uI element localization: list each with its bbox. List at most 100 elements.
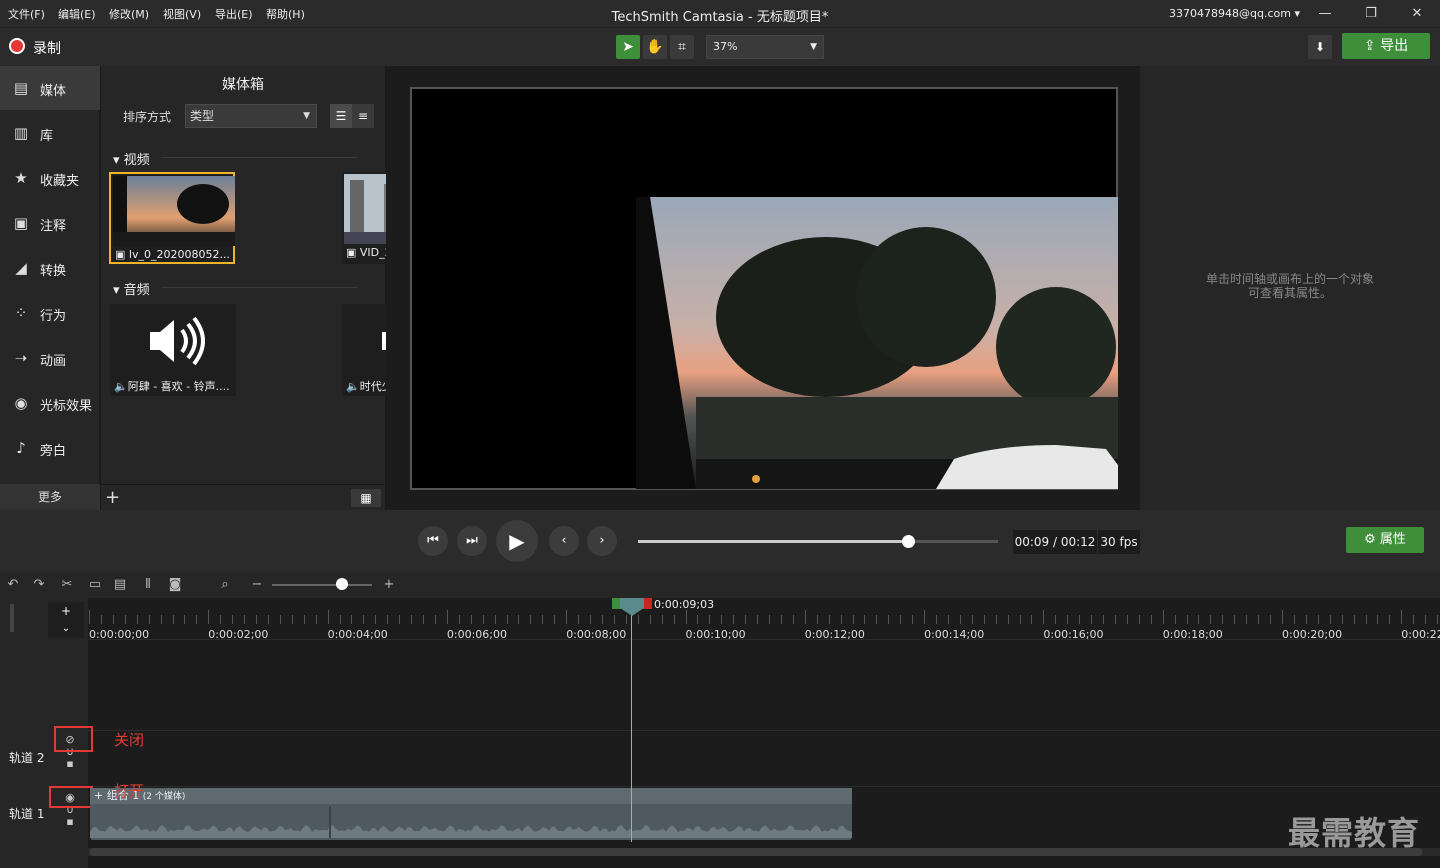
ruler-tick-label: 0:00:20;00 [1282, 628, 1343, 641]
share-icon: ⇪ [1363, 38, 1381, 54]
sidebar-item-animations[interactable]: ➝ 动画 [0, 336, 100, 380]
clip-subtitle: (2 个媒体) [142, 792, 186, 802]
in-point-marker[interactable] [612, 598, 621, 609]
ruler-tick-label: 0:00:22 [1401, 628, 1440, 641]
sort-select[interactable]: 类型 ▼ [185, 104, 317, 128]
annotation-open: 打开 [114, 782, 145, 800]
group-clip[interactable]: + 组合 1 (2 个媒体) [90, 788, 852, 840]
out-point-marker[interactable] [643, 598, 652, 609]
library-icon: ▥ [13, 124, 29, 142]
sidebar-item-voice-narration[interactable]: ♪ 旁白 [0, 426, 100, 470]
redo-icon[interactable]: ↷ [30, 576, 48, 594]
sidebar-item-label: 注释 [40, 219, 67, 234]
transition-icon: ◢ [15, 259, 27, 277]
undo-icon[interactable]: ↶ [4, 576, 22, 594]
minimize-button[interactable]: — [1310, 4, 1340, 24]
star-icon: ★ [14, 169, 28, 187]
sidebar-item-cursor-effects[interactable]: ◉ 光标效果 [0, 381, 100, 425]
timeline-toolbar: ↶ ↷ ✂ ▭ ▤ ⫴ ◙ ⌕ − + [0, 572, 1440, 598]
chevron-down-icon: ▼ [810, 42, 817, 52]
sidebar-item-behaviors[interactable]: ⁘ 行为 [0, 291, 100, 335]
export-label: 导出 [1380, 38, 1409, 54]
next-icon[interactable]: › [587, 526, 617, 556]
sort-label: 排序方式 [123, 110, 172, 124]
properties-button[interactable]: ⚙ 属性 [1346, 527, 1424, 553]
fps-readout[interactable]: 30 fps [1098, 530, 1140, 554]
film-icon: ▤ [13, 79, 29, 97]
lock-icon[interactable]: ▪ [60, 816, 80, 828]
properties-hint: 单击时间轴或画布上的一个对象 可查看其属性。 [1140, 272, 1440, 300]
more-button[interactable]: 更多 [0, 484, 100, 510]
crop-tool-icon[interactable]: ⌗ [670, 35, 694, 59]
video-section-header[interactable]: ▾ 视频 [113, 149, 150, 168]
export-button[interactable]: ⇪ 导出 [1342, 33, 1430, 59]
grid-view-icon[interactable]: ▦ [351, 489, 381, 507]
account-menu[interactable]: 3370478948@qq.com ▾ [1169, 7, 1300, 20]
zoom-out-icon[interactable]: − [248, 576, 266, 594]
snapshot-icon[interactable]: ◙ [166, 576, 184, 594]
sidebar-item-library[interactable]: ▥ 库 [0, 111, 100, 155]
track-height-slider[interactable] [10, 604, 14, 632]
split-icon[interactable]: ⫴ [139, 576, 157, 594]
previous-icon[interactable]: ‹ [549, 526, 579, 556]
ruler-ticks [89, 610, 1438, 624]
scrollbar-thumb[interactable] [90, 848, 1422, 856]
step-back-icon[interactable]: ⏮ [418, 526, 448, 556]
main-toolbar: 录制 ➤ ✋ ⌗ 37% ▼ ⬇ ⇪ 导出 [0, 28, 1440, 66]
lock-icon[interactable]: ▪ [60, 758, 80, 770]
sort-direction-icon[interactable]: ≡ [352, 104, 374, 128]
record-button-label[interactable]: 录制 [33, 38, 61, 58]
video-frame[interactable] [636, 197, 1118, 489]
audio-section-header[interactable]: ▾ 音频 [113, 279, 150, 298]
canvas-area [386, 66, 1140, 510]
paste-icon[interactable]: ▤ [111, 576, 129, 594]
preview-canvas[interactable] [410, 87, 1118, 490]
clip-header: + 组合 1 (2 个媒体) [90, 788, 852, 804]
media-bin-footer: + ▦ [101, 484, 385, 510]
zoom-icon[interactable]: ⌕ [216, 576, 234, 594]
timeline-scrollbar[interactable] [88, 848, 1440, 856]
scrub-bar[interactable] [638, 535, 998, 548]
scrub-progress [638, 540, 908, 543]
cut-icon[interactable]: ✂ [58, 576, 76, 594]
copy-icon[interactable]: ▭ [86, 576, 104, 594]
audio-waveform [90, 806, 852, 838]
timeline-zoom-handle[interactable] [336, 578, 348, 590]
maximize-button[interactable]: ❐ [1356, 4, 1386, 24]
pan-tool-icon[interactable]: ✋ [643, 35, 667, 59]
zoom-in-icon[interactable]: + [380, 576, 398, 594]
sidebar-item-media[interactable]: ▤ 媒体 [0, 66, 100, 110]
step-forward-icon[interactable]: ⏭ [457, 526, 487, 556]
section-label: 视频 [123, 153, 150, 168]
play-icon[interactable]: ▶ [496, 520, 538, 562]
add-media-icon[interactable]: + [105, 487, 120, 508]
annotation-close: 关闭 [114, 731, 145, 749]
playback-controls: ⏮ ⏭ ▶ ‹ › 00:09 / 00:12 30 fps ⚙ 属性 [0, 510, 1440, 572]
zoom-select[interactable]: 37% ▼ [706, 35, 824, 59]
add-track-icon[interactable]: + [48, 602, 84, 620]
ruler-tick-label: 0:00:02;00 [208, 628, 269, 641]
close-button[interactable]: ✕ [1402, 4, 1432, 24]
scrub-handle[interactable] [902, 535, 915, 548]
divider [161, 157, 357, 158]
track-row-2[interactable] [88, 730, 1440, 786]
details-view-icon[interactable]: ☰ [330, 104, 352, 128]
download-icon[interactable]: ⬇ [1308, 35, 1332, 59]
timeline-zoom-slider[interactable] [272, 584, 372, 586]
sidebar-item-favorites[interactable]: ★ 收藏夹 [0, 156, 100, 200]
playhead-time: 0:00:09;03 [654, 598, 715, 611]
select-tool-icon[interactable]: ➤ [616, 35, 640, 59]
playhead-line [631, 602, 632, 842]
sort-value: 类型 [190, 109, 215, 123]
time-ruler[interactable]: 0:00:00;00 0:00:02;00 0:00:04;00 0:00:06;00… [88, 598, 1440, 641]
cursor-effect-icon: ◉ [14, 394, 28, 412]
sidebar-item-annotations[interactable]: ▣ 注释 [0, 201, 100, 245]
record-icon[interactable] [9, 38, 25, 54]
media-item-video-1[interactable]: ▣ lv_0_202008052... [109, 172, 235, 264]
ruler-tick-label: 0:00:08;00 [566, 628, 627, 641]
sidebar-item-transitions[interactable]: ◢ 转换 [0, 246, 100, 290]
time-readout: 00:09 / 00:12 [1013, 530, 1097, 554]
collapse-tracks-icon[interactable]: ⌄ [48, 620, 84, 638]
ruler-tick-label: 0:00:16;00 [1043, 628, 1104, 641]
media-item-audio-1[interactable]: 🔈阿肆 - 喜欢 - 铃声.... [110, 304, 236, 396]
